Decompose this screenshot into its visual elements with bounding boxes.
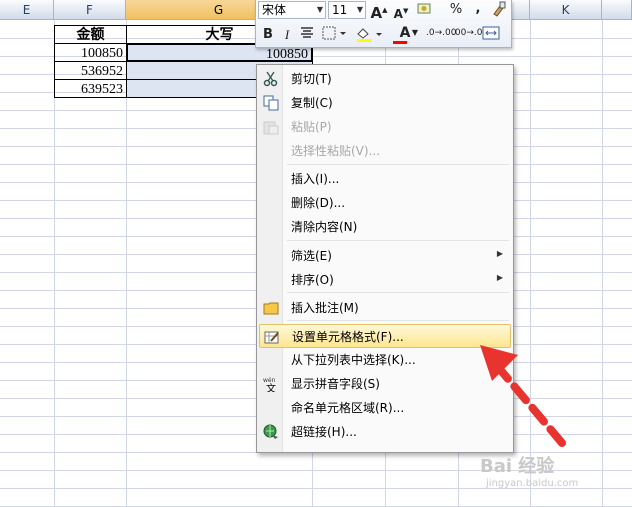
menu-item-5[interactable]: 插入(I)...: [259, 167, 511, 191]
font-name-value: 宋体: [262, 3, 287, 17]
accounting-format-icon[interactable]: [414, 1, 436, 23]
grow-font-button[interactable]: A▲: [370, 1, 388, 22]
amount-cell-1[interactable]: 100850: [54, 43, 127, 62]
decrease-decimal-button[interactable]: .00→.0: [452, 27, 482, 39]
watermark: Bai 经验: [480, 456, 555, 477]
hyperlink-icon: [263, 424, 279, 440]
menu-separator: [287, 164, 509, 165]
menu-item-label: 插入(I)...: [291, 172, 340, 186]
comma-style-button[interactable]: ,: [472, 0, 484, 18]
center-align-icon[interactable]: [298, 26, 316, 46]
menu-item-2[interactable]: 复制(C): [259, 91, 511, 115]
menu-item-1[interactable]: 剪切(T): [259, 67, 511, 91]
fill-color-icon[interactable]: [354, 26, 384, 48]
format-painter-icon[interactable]: [490, 1, 508, 23]
borders-icon[interactable]: [320, 26, 348, 46]
menu-item-label: 粘贴(P): [291, 120, 332, 134]
column-header-k[interactable]: K: [530, 0, 602, 20]
scissors-icon: [263, 71, 279, 87]
shrink-font-button[interactable]: A▼: [392, 2, 410, 23]
font-color-button[interactable]: A ▼: [390, 24, 420, 44]
format-cells-icon: [264, 329, 280, 345]
menu-item-label: 超链接(H)...: [291, 425, 357, 439]
bold-button[interactable]: B: [260, 26, 276, 44]
menu-item-6[interactable]: 删除(D)...: [259, 191, 511, 215]
phonetic-icon: wén 文: [263, 376, 279, 395]
annotation-arrow: [480, 345, 566, 447]
menu-item-label: 从下拉列表中选择(K)...: [291, 353, 416, 367]
svg-text:wén: wén: [263, 377, 276, 384]
menu-item-label: 插入批注(M): [291, 301, 359, 315]
submenu-arrow-icon: ▶: [496, 249, 503, 258]
chevron-down-icon[interactable]: ▼: [317, 2, 323, 18]
menu-item-label: 复制(C): [291, 96, 333, 110]
menu-item-10[interactable]: 插入批注(M): [259, 296, 511, 320]
paste-icon: [263, 119, 279, 135]
menu-separator: [287, 240, 509, 241]
menu-separator: [287, 292, 509, 293]
menu-separator: [287, 320, 509, 321]
copy-icon: [263, 95, 279, 111]
submenu-arrow-icon: ▶: [496, 273, 503, 282]
column-header-e[interactable]: E: [0, 0, 54, 20]
menu-item-label: 命名单元格区域(R)...: [291, 401, 405, 415]
amount-cell-2[interactable]: 536952: [54, 61, 127, 80]
italic-button[interactable]: I: [280, 26, 294, 44]
amount-cell-3[interactable]: 639523: [54, 79, 127, 98]
watermark-url: jingyan.baidu.com: [486, 478, 579, 489]
menu-item-4: 选择性粘贴(V)...: [259, 139, 511, 163]
menu-item-label: 选择性粘贴(V)...: [291, 144, 381, 158]
menu-item-label: 剪切(T): [291, 72, 332, 86]
menu-item-label: 删除(D)...: [291, 196, 346, 210]
menu-item-7[interactable]: 清除内容(N): [259, 215, 511, 239]
menu-item-label: 筛选(E): [291, 249, 332, 263]
increase-decimal-button[interactable]: .0→.00: [426, 27, 456, 39]
chevron-down-icon[interactable]: ▼: [357, 2, 363, 18]
font-name-box[interactable]: 宋体 ▼: [258, 1, 326, 19]
column-gridline: [602, 20, 603, 507]
column-header-f[interactable]: F: [54, 0, 126, 20]
font-size-value: 11: [332, 3, 348, 17]
font-size-box[interactable]: 11 ▼: [328, 1, 366, 19]
menu-item-9[interactable]: 排序(O) ▶: [259, 268, 511, 292]
svg-text:文: 文: [266, 382, 276, 392]
column-header-l[interactable]: [602, 0, 632, 20]
menu-item-3: 粘贴(P): [259, 115, 511, 139]
header-cell-amount[interactable]: 金额: [54, 25, 127, 44]
percent-style-button[interactable]: %: [448, 1, 464, 19]
menu-item-label: 设置单元格格式(F)...: [292, 330, 404, 344]
comment-icon: [263, 300, 279, 316]
menu-item-label: 排序(O): [291, 273, 334, 287]
menu-item-8[interactable]: 筛选(E) ▶: [259, 244, 511, 268]
menu-item-label: 显示拼音字段(S): [291, 377, 380, 391]
menu-item-label: 清除内容(N): [291, 220, 358, 234]
merge-center-icon[interactable]: [480, 26, 502, 46]
mini-toolbar: 宋体 ▼ 11 ▼ A▲ A▼ % , B I A ▼ .0→.00 .00→.…: [255, 0, 512, 48]
